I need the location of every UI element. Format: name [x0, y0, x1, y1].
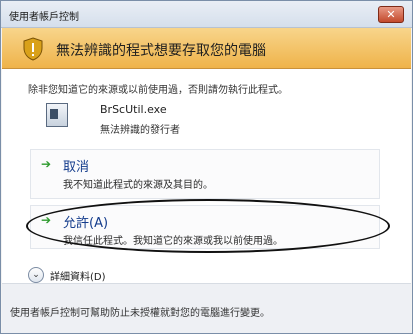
arrow-right-icon: ➔ [41, 157, 52, 171]
details-label: 詳細資料(D) [50, 272, 106, 283]
cancel-label: 取消 [63, 160, 90, 175]
uac-dialog: 使用者帳戶控制 ✕ 無法辨識的程式想要存取您的電腦 除非您知道它的來源或以前使用… [0, 0, 413, 334]
close-button[interactable]: ✕ [378, 6, 404, 23]
shield-warning-icon [23, 37, 43, 61]
cancel-option[interactable]: ➔ 取消 我不知道此程式的來源及其目的。 [30, 149, 380, 199]
chevron-down-icon[interactable]: ⌄ [28, 267, 44, 283]
warning-text: 除非您知道它的來源或以前使用過，否則請勿執行此程式。 [28, 85, 288, 96]
highlight-ellipse [26, 199, 390, 253]
warning-banner: 無法辨識的程式想要存取您的電腦 [2, 28, 411, 69]
cancel-description: 我不知道此程式的來源及其目的。 [63, 180, 213, 191]
publisher-name: 無法辨識的發行者 [100, 125, 180, 136]
dialog-content: 除非您知道它的來源或以前使用過，否則請勿執行此程式。 BrScUtil.exe … [2, 69, 411, 333]
window-title: 使用者帳戶控制 [9, 12, 79, 23]
program-name: BrScUtil.exe [100, 103, 167, 116]
close-icon: ✕ [386, 8, 396, 21]
title-bar: 使用者帳戶控制 ✕ [1, 1, 412, 28]
banner-message: 無法辨識的程式想要存取您的電腦 [56, 43, 266, 59]
program-icon [46, 103, 68, 127]
footer: 使用者帳戶控制可幫助防止未授權就對您的電腦進行變更。 [2, 284, 411, 333]
footer-text: 使用者帳戶控制可幫助防止未授權就對您的電腦進行變更。 [10, 308, 270, 319]
